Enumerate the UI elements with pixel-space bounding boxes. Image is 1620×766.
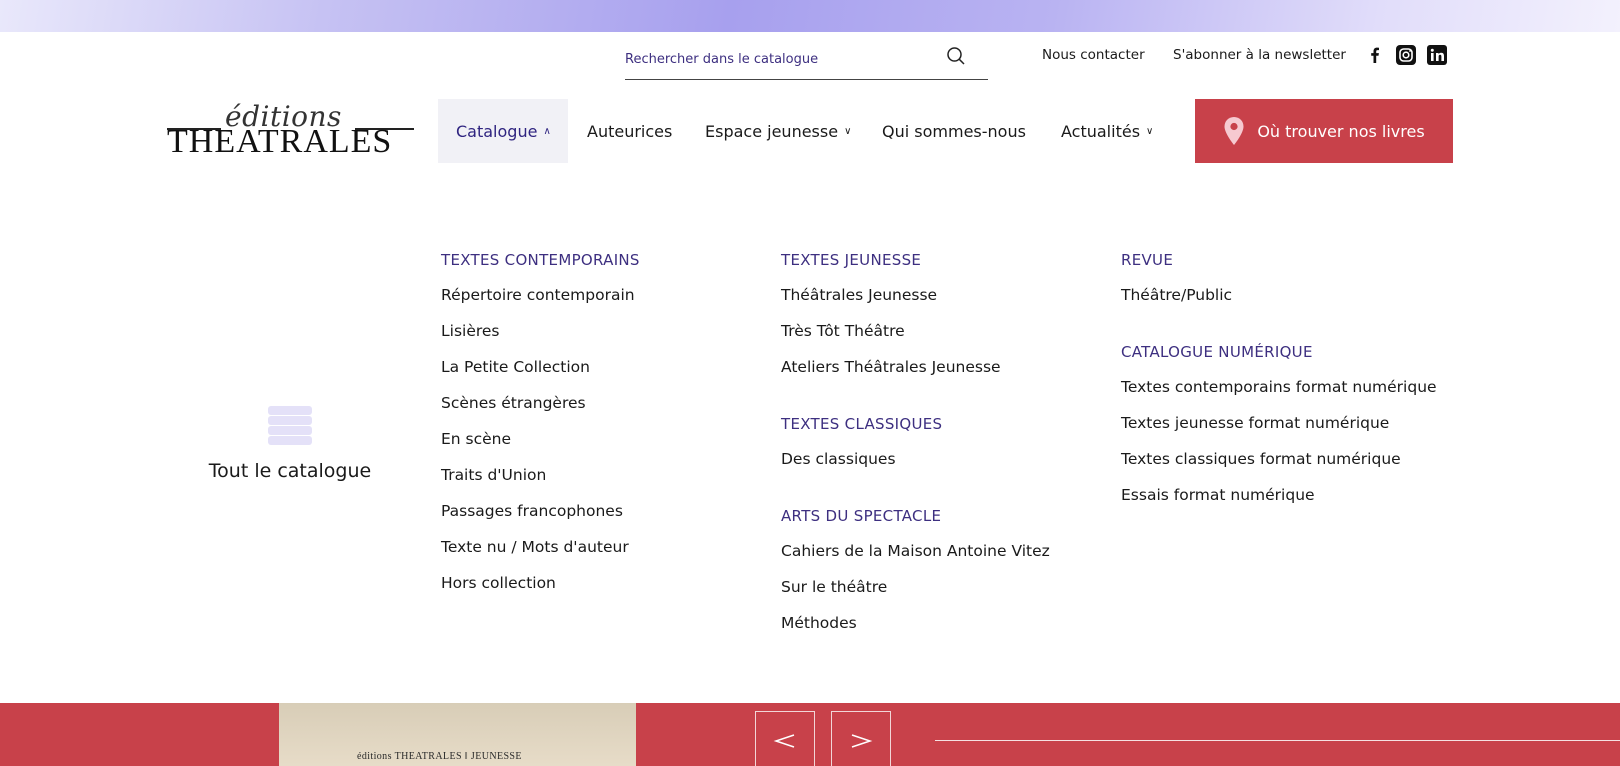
menu-link[interactable]: Très Tôt Théâtre — [781, 322, 905, 340]
menu-link[interactable]: Essais format numérique — [1121, 486, 1315, 504]
menu-link[interactable]: Répertoire contemporain — [441, 286, 635, 304]
menu-link[interactable]: Textes jeunesse format numérique — [1121, 414, 1389, 432]
find-books-button[interactable]: Où trouver nos livres — [1195, 99, 1453, 163]
carousel-next-button[interactable] — [831, 711, 891, 766]
nav-auteurices[interactable]: Auteurices — [587, 99, 672, 163]
search-bar — [625, 40, 988, 80]
all-catalogue-label: Tout le catalogue — [208, 460, 372, 482]
chevron-up-icon: ∧ — [543, 125, 551, 137]
chevron-down-icon: ∨ — [1146, 125, 1154, 137]
map-pin-icon — [1224, 117, 1244, 145]
nav-label: Actualités — [1061, 121, 1141, 141]
heading-textes-classiques[interactable]: TEXTES CLASSIQUES — [781, 415, 942, 433]
menu-link[interactable]: Cahiers de la Maison Antoine Vitez — [781, 542, 1050, 560]
nav-label: Auteurices — [587, 121, 673, 141]
nav-catalogue[interactable]: Catalogue ∧ — [438, 99, 568, 163]
heading-catalogue-numerique[interactable]: CATALOGUE NUMÉRIQUE — [1121, 343, 1313, 361]
book-stack-icon — [268, 406, 312, 445]
nav-espace-jeunesse[interactable]: Espace jeunesse ∨ — [705, 99, 851, 163]
logo-big-text: THEATRALES — [167, 123, 393, 160]
nav-label: Catalogue — [456, 121, 538, 141]
menu-link[interactable]: Sur le théâtre — [781, 578, 887, 596]
heading-arts-du-spectacle[interactable]: ARTS DU SPECTACLE — [781, 507, 941, 525]
instagram-icon[interactable] — [1396, 45, 1416, 65]
heading-textes-contemporains[interactable]: TEXTES CONTEMPORAINS — [441, 251, 640, 269]
book-cover[interactable]: éditions THEATRALES ‖ JEUNESSE — [279, 703, 636, 766]
menu-link[interactable]: Théâtrales Jeunesse — [781, 286, 937, 304]
menu-link[interactable]: Ateliers Théâtrales Jeunesse — [781, 358, 1001, 376]
nav-qui-sommes-nous[interactable]: Qui sommes-nous — [882, 99, 1026, 163]
menu-link[interactable]: Passages francophones — [441, 502, 623, 520]
carousel-divider — [935, 740, 1620, 741]
search-input[interactable] — [625, 40, 945, 74]
linkedin-icon[interactable] — [1427, 45, 1447, 65]
menu-link[interactable]: La Petite Collection — [441, 358, 590, 376]
search-icon[interactable] — [946, 46, 966, 66]
all-catalogue-link[interactable]: Tout le catalogue — [205, 404, 375, 482]
contact-link[interactable]: Nous contacter — [1042, 47, 1145, 63]
newsletter-link[interactable]: S'abonner à la newsletter — [1173, 47, 1346, 63]
cover-text: éditions THEATRALES ‖ JEUNESSE — [357, 751, 522, 762]
nav-label: Qui sommes-nous — [882, 121, 1026, 141]
nav-actualites[interactable]: Actualités ∨ — [1061, 99, 1153, 163]
nav-label: Espace jeunesse — [705, 121, 839, 141]
heading-textes-jeunesse[interactable]: TEXTES JEUNESSE — [781, 251, 921, 269]
menu-link[interactable]: Textes contemporains format numérique — [1121, 378, 1437, 396]
chevron-left-icon — [773, 734, 795, 748]
site-logo[interactable]: éditions THEATRALES — [167, 100, 414, 160]
menu-link[interactable]: Texte nu / Mots d'auteur — [441, 538, 629, 556]
chevron-right-icon — [851, 734, 873, 748]
menu-link[interactable]: Traits d'Union — [441, 466, 546, 484]
menu-link[interactable]: Hors collection — [441, 574, 556, 592]
chevron-down-icon: ∨ — [844, 125, 852, 137]
menu-link[interactable]: Des classiques — [781, 450, 896, 468]
menu-link[interactable]: Lisières — [441, 322, 500, 340]
menu-link[interactable]: Scènes étrangères — [441, 394, 586, 412]
carousel-prev-button[interactable] — [755, 711, 815, 766]
menu-link[interactable]: En scène — [441, 430, 511, 448]
heading-revue[interactable]: REVUE — [1121, 251, 1173, 269]
featured-carousel: éditions THEATRALES ‖ JEUNESSE — [0, 703, 1620, 766]
menu-link[interactable]: Textes classiques format numérique — [1121, 450, 1401, 468]
find-books-label: Où trouver nos livres — [1257, 121, 1425, 141]
top-banner — [0, 0, 1620, 32]
facebook-icon[interactable] — [1365, 45, 1385, 65]
menu-link[interactable]: Méthodes — [781, 614, 857, 632]
menu-link[interactable]: Théâtre/Public — [1121, 286, 1232, 304]
